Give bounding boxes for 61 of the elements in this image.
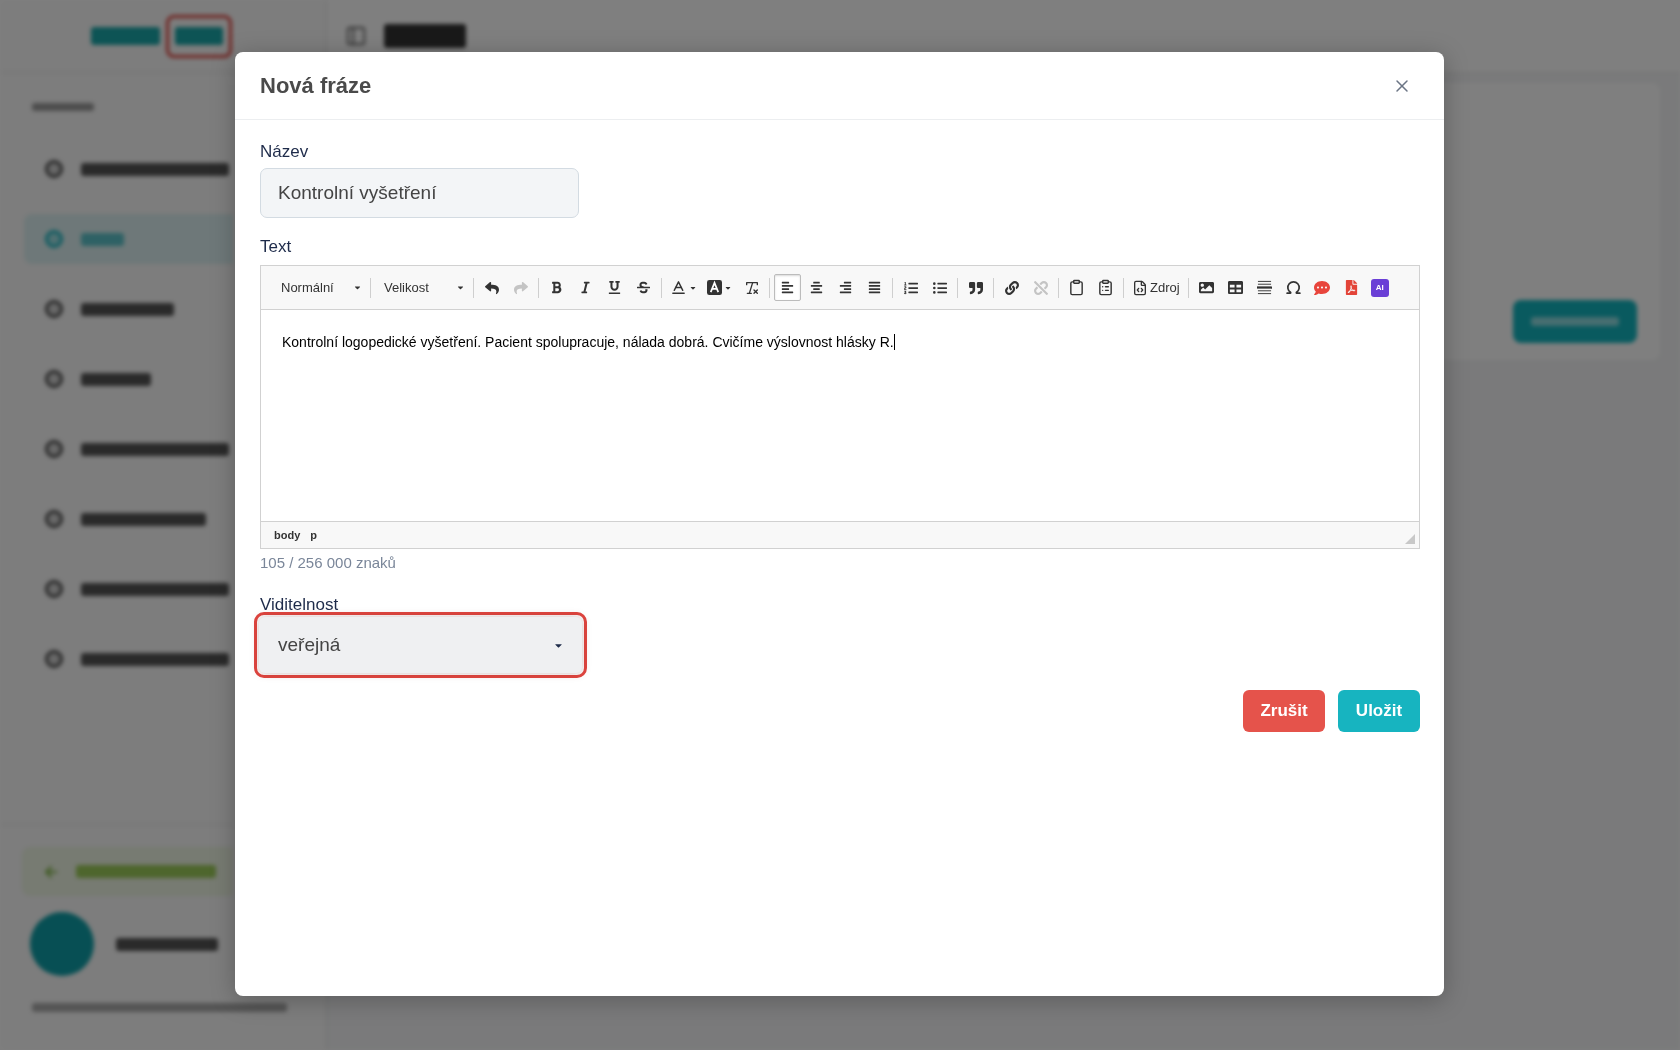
text-cursor — [893, 334, 895, 350]
unlink-icon — [1033, 280, 1048, 295]
undo-icon — [484, 280, 499, 295]
resize-grip-icon[interactable] — [1405, 534, 1415, 544]
numbered-list-icon — [903, 280, 918, 295]
align-left-icon — [781, 281, 794, 294]
italic-icon — [579, 281, 592, 294]
blurred-logo-badge — [175, 27, 223, 45]
omega-icon — [1284, 279, 1302, 296]
quote-icon — [968, 280, 983, 295]
visibility-select[interactable]: veřejná — [259, 617, 582, 673]
round-icon — [45, 160, 63, 178]
remove-format-icon — [743, 279, 760, 296]
element-path-item[interactable]: body — [270, 526, 305, 544]
blurred-section-title — [32, 103, 94, 111]
round-icon — [45, 580, 63, 598]
table-icon — [1227, 280, 1243, 295]
caret-icon — [353, 283, 362, 292]
field-label: Viditelnost — [260, 595, 339, 615]
align-right-icon — [839, 281, 852, 294]
background-color-icon — [707, 280, 722, 295]
field-label: Název — [260, 141, 309, 163]
blurred-text — [81, 372, 151, 386]
input-field[interactable]: Kontrolní vyšetření — [260, 168, 579, 218]
align-left-button[interactable] — [774, 274, 801, 301]
pdf-file-icon — [1343, 280, 1359, 295]
strikethrough-icon — [637, 281, 650, 294]
caret-icon — [456, 283, 465, 292]
cancel-button[interactable]: Zrušit — [1243, 690, 1325, 732]
speech-bubble-icon — [1314, 279, 1331, 296]
source-button[interactable]: Zdroj — [1128, 274, 1184, 301]
size-dropdown[interactable]: Velikost — [374, 273, 470, 302]
element-path-item[interactable]: p — [306, 526, 321, 544]
round-icon — [45, 510, 63, 528]
bold-icon — [550, 281, 563, 294]
clipboard-icon — [1068, 279, 1085, 296]
redo-icon — [513, 280, 528, 295]
code-file-icon — [1132, 279, 1148, 296]
link-icon — [1004, 280, 1019, 295]
clipboard-list-icon — [1097, 279, 1114, 296]
blurred-logo — [91, 27, 160, 45]
horizontal-lines-icon — [1256, 280, 1272, 295]
text-color-icon — [670, 279, 687, 296]
field-label: Text — [260, 236, 292, 258]
image-icon — [1198, 280, 1214, 295]
character-counter: 105 / 256 000 znaků — [260, 553, 396, 573]
align-center-icon — [810, 281, 823, 294]
round-icon — [45, 230, 63, 248]
bulleted-list-icon — [932, 280, 947, 295]
format-dropdown[interactable]: Normální — [271, 273, 367, 302]
round-icon — [45, 440, 63, 458]
arrow-left-icon — [44, 864, 58, 879]
blurred-text — [81, 232, 124, 246]
round-icon — [45, 370, 63, 388]
align-justify-icon — [868, 281, 881, 294]
ai-button[interactable]: AI — [1370, 278, 1389, 297]
underline-icon — [608, 281, 621, 294]
round-icon — [45, 300, 63, 318]
editor-text: Kontrolní logopedické vyšetření. Pacient spolupracuje, nálada dobrá. Cvičíme výslovnost hlásky R. — [282, 334, 894, 350]
dialog-title: Nová fráze — [260, 72, 372, 100]
round-icon — [45, 650, 63, 668]
